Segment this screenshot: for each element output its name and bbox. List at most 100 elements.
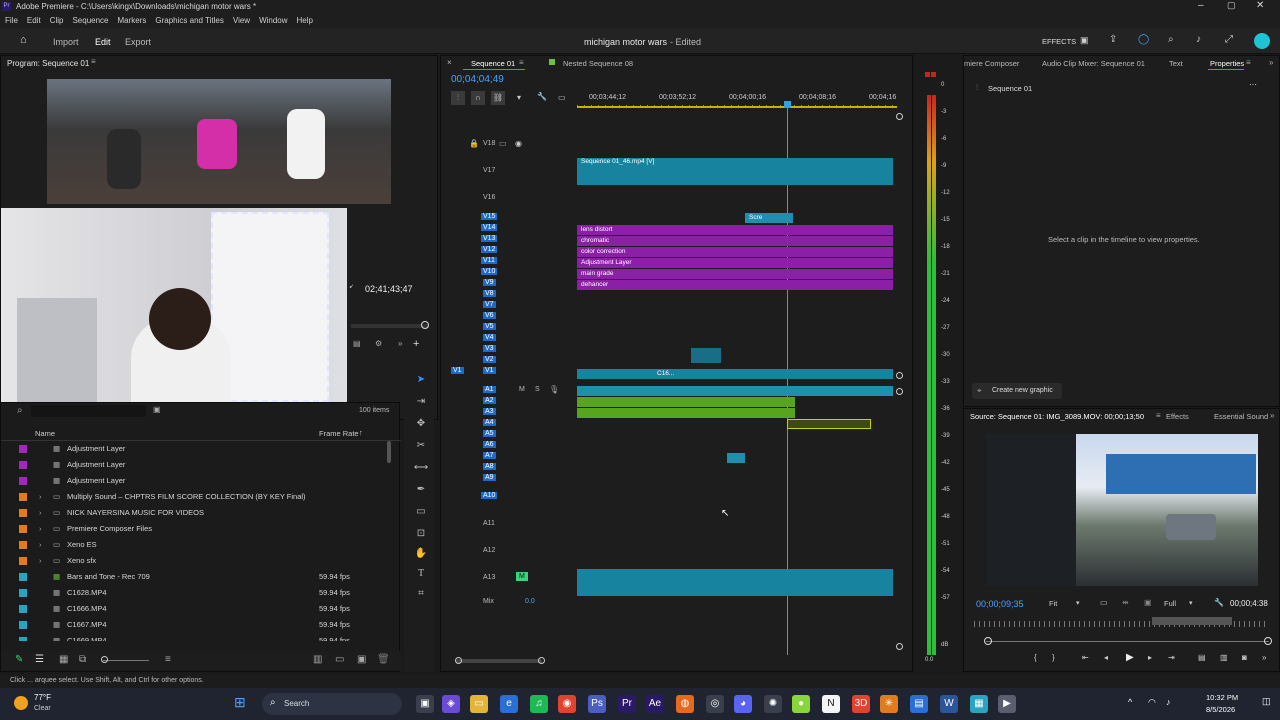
track-label-v10[interactable]: V10 <box>481 268 498 275</box>
expand-chevron-icon[interactable]: › <box>39 537 42 553</box>
list-item[interactable]: ▦ Adjustment Layer <box>1 473 381 489</box>
go-to-in-icon[interactable]: ⇤ <box>1082 653 1089 662</box>
track-label-v17[interactable]: V17 <box>483 167 495 174</box>
clip-indicator-right[interactable] <box>931 72 936 77</box>
play-icon[interactable]: ▶ <box>1126 652 1134 663</box>
export-frame-icon[interactable]: ▤ <box>353 339 361 348</box>
tab-import[interactable]: Import <box>53 37 79 47</box>
mic-icon[interactable]: 🎙 <box>549 385 559 394</box>
track-label-v14[interactable]: V14 <box>481 224 498 231</box>
go-to-out-icon[interactable]: ⇥ <box>1168 653 1175 662</box>
star-app-icon[interactable]: ✳ <box>880 695 898 713</box>
crop-icon[interactable]: ⊡ <box>412 525 430 543</box>
pen-icon[interactable]: ✒ <box>412 481 430 499</box>
tab-sequence-01[interactable]: Sequence 01 <box>471 59 515 68</box>
list-item[interactable]: ▦ C1667.MP4 59.94 fps <box>1 617 381 633</box>
step-back-icon[interactable]: ◂ <box>1104 653 1108 662</box>
windows-start-icon[interactable]: ⊞ <box>234 694 246 711</box>
slip-icon[interactable]: ⟷ <box>412 459 430 477</box>
list-item[interactable]: ▦ Bars and Tone - Rec 709 59.94 fps <box>1 569 381 585</box>
trash-icon[interactable]: 🗑 <box>377 654 390 665</box>
after-effects-icon[interactable]: Ae <box>646 695 664 713</box>
tab-text[interactable]: Text <box>1169 59 1183 68</box>
taskbar-time[interactable]: 10:32 PM <box>1206 693 1238 702</box>
track-label-a12[interactable]: A12 <box>483 547 495 554</box>
source-more-controls-icon[interactable]: » <box>1262 653 1266 662</box>
source-scrubber[interactable] <box>986 641 1269 642</box>
fit-select[interactable]: Fit <box>1049 599 1057 608</box>
track-label-v18[interactable]: V18 <box>483 140 495 147</box>
menu-markers[interactable]: Markers <box>118 16 147 25</box>
caption-tool-icon[interactable]: ⌗ <box>412 585 430 603</box>
zoom-handle-left[interactable] <box>455 657 462 664</box>
taskbar-date[interactable]: 8/5/2026 <box>1206 705 1235 714</box>
vscroll-handle-audio[interactable] <box>896 388 903 395</box>
track-label-a10[interactable]: A10 <box>481 492 498 499</box>
col-name[interactable]: Name <box>35 429 55 438</box>
panel-more-icon[interactable]: » <box>1269 58 1273 67</box>
source-scrub-end[interactable] <box>1264 637 1272 645</box>
track-label-v4[interactable]: V4 <box>483 334 496 341</box>
zoom-handle-right[interactable] <box>538 657 545 664</box>
menu-file[interactable]: File <box>5 16 18 25</box>
sync-lock-icon[interactable]: ▭ <box>499 139 507 148</box>
linked-selection-icon[interactable]: ⛓ <box>491 91 505 105</box>
project-search-icon[interactable]: ⌕ <box>17 405 23 416</box>
track-label-a11[interactable]: A11 <box>483 520 495 527</box>
track-label-a5[interactable]: A5 <box>483 430 496 437</box>
effects-label[interactable]: EFFECTS <box>1042 37 1076 46</box>
tab-audio-clip-mixer[interactable]: Audio Clip Mixer: Sequence 01 <box>1042 59 1145 68</box>
marker-icon[interactable]: ▾ <box>517 93 521 102</box>
volume-icon[interactable]: ♪ <box>1196 34 1201 45</box>
fit-chevron-icon[interactable]: ▾ <box>1076 599 1080 607</box>
weather-temp[interactable]: 77°F <box>34 693 51 702</box>
wrench-icon[interactable]: 🔧 <box>537 92 547 101</box>
sequence-clip[interactable]: Sequence 01_46.mp4 [V] <box>577 158 893 185</box>
drag-video-icon[interactable]: ⇹ <box>1122 598 1129 607</box>
icon-view-icon[interactable]: ▦ <box>59 654 68 665</box>
menu-edit[interactable]: Edit <box>27 16 41 25</box>
track-label-a2[interactable]: A2 <box>483 397 496 404</box>
minimize-icon[interactable]: – <box>1198 0 1204 11</box>
discord-icon[interactable]: ◕ <box>734 695 752 713</box>
track-label-v3[interactable]: V3 <box>483 345 496 352</box>
solo-button[interactable]: S <box>535 386 540 393</box>
scre-clip[interactable]: Scre <box>745 213 793 223</box>
track-label-v16[interactable]: V16 <box>483 194 495 201</box>
adjustment-clip[interactable]: lens distort <box>577 225 893 235</box>
photoshop-icon[interactable]: Ps <box>588 695 606 713</box>
track-label-v12[interactable]: V12 <box>481 246 498 253</box>
task-view-icon[interactable]: ▣ <box>416 695 434 713</box>
expand-chevron-icon[interactable]: › <box>39 521 42 537</box>
tab-edit[interactable]: Edit <box>95 37 111 47</box>
expand-chevron-icon[interactable]: › <box>39 489 42 505</box>
project-scrollbar[interactable] <box>387 441 391 463</box>
menu-window[interactable]: Window <box>259 16 287 25</box>
list-item[interactable]: ▦ C1628.MP4 59.94 fps <box>1 585 381 601</box>
timeline-timecode[interactable]: 00;04;04;49 <box>451 74 504 85</box>
list-item[interactable]: › ▭ Xeno sfx <box>1 553 381 569</box>
vscroll-handle-mid[interactable] <box>896 372 903 379</box>
lock-icon[interactable]: 🔒 <box>469 139 479 148</box>
firefox-icon[interactable]: ◍ <box>676 695 694 713</box>
step-forward-icon[interactable]: ▸ <box>1148 653 1152 662</box>
a4-clip[interactable] <box>787 419 871 429</box>
expand-chevron-icon[interactable]: › <box>39 553 42 569</box>
spotify-icon[interactable]: ♫ <box>530 695 548 713</box>
list-item[interactable]: ▦ C1666.MP4 59.94 fps <box>1 601 381 617</box>
menu-sequence[interactable]: Sequence <box>72 16 108 25</box>
eye-icon[interactable]: ◉ <box>515 139 522 148</box>
panel-icon[interactable]: ▣ <box>1080 35 1089 46</box>
tab-export[interactable]: Export <box>125 37 151 47</box>
snap-icon[interactable]: ∩ <box>471 91 485 105</box>
file-explorer-icon[interactable]: ▭ <box>470 695 488 713</box>
notes-icon[interactable]: ▦ <box>970 695 988 713</box>
insert-icon[interactable]: ▤ <box>1198 653 1206 662</box>
list-item[interactable]: › ▭ Multiply Sound – CHPTRS FILM SCORE COL… <box>1 489 381 505</box>
tab-essential-sound[interactable]: Essential Sound <box>1214 412 1268 421</box>
track-label-v5[interactable]: V5 <box>483 323 496 330</box>
source-menu-icon[interactable]: ≡ <box>1156 411 1161 420</box>
notion-icon[interactable]: N <box>822 695 840 713</box>
taskbar-search[interactable]: ⌕ Search <box>262 693 402 715</box>
scrubber-handle[interactable] <box>421 321 429 329</box>
